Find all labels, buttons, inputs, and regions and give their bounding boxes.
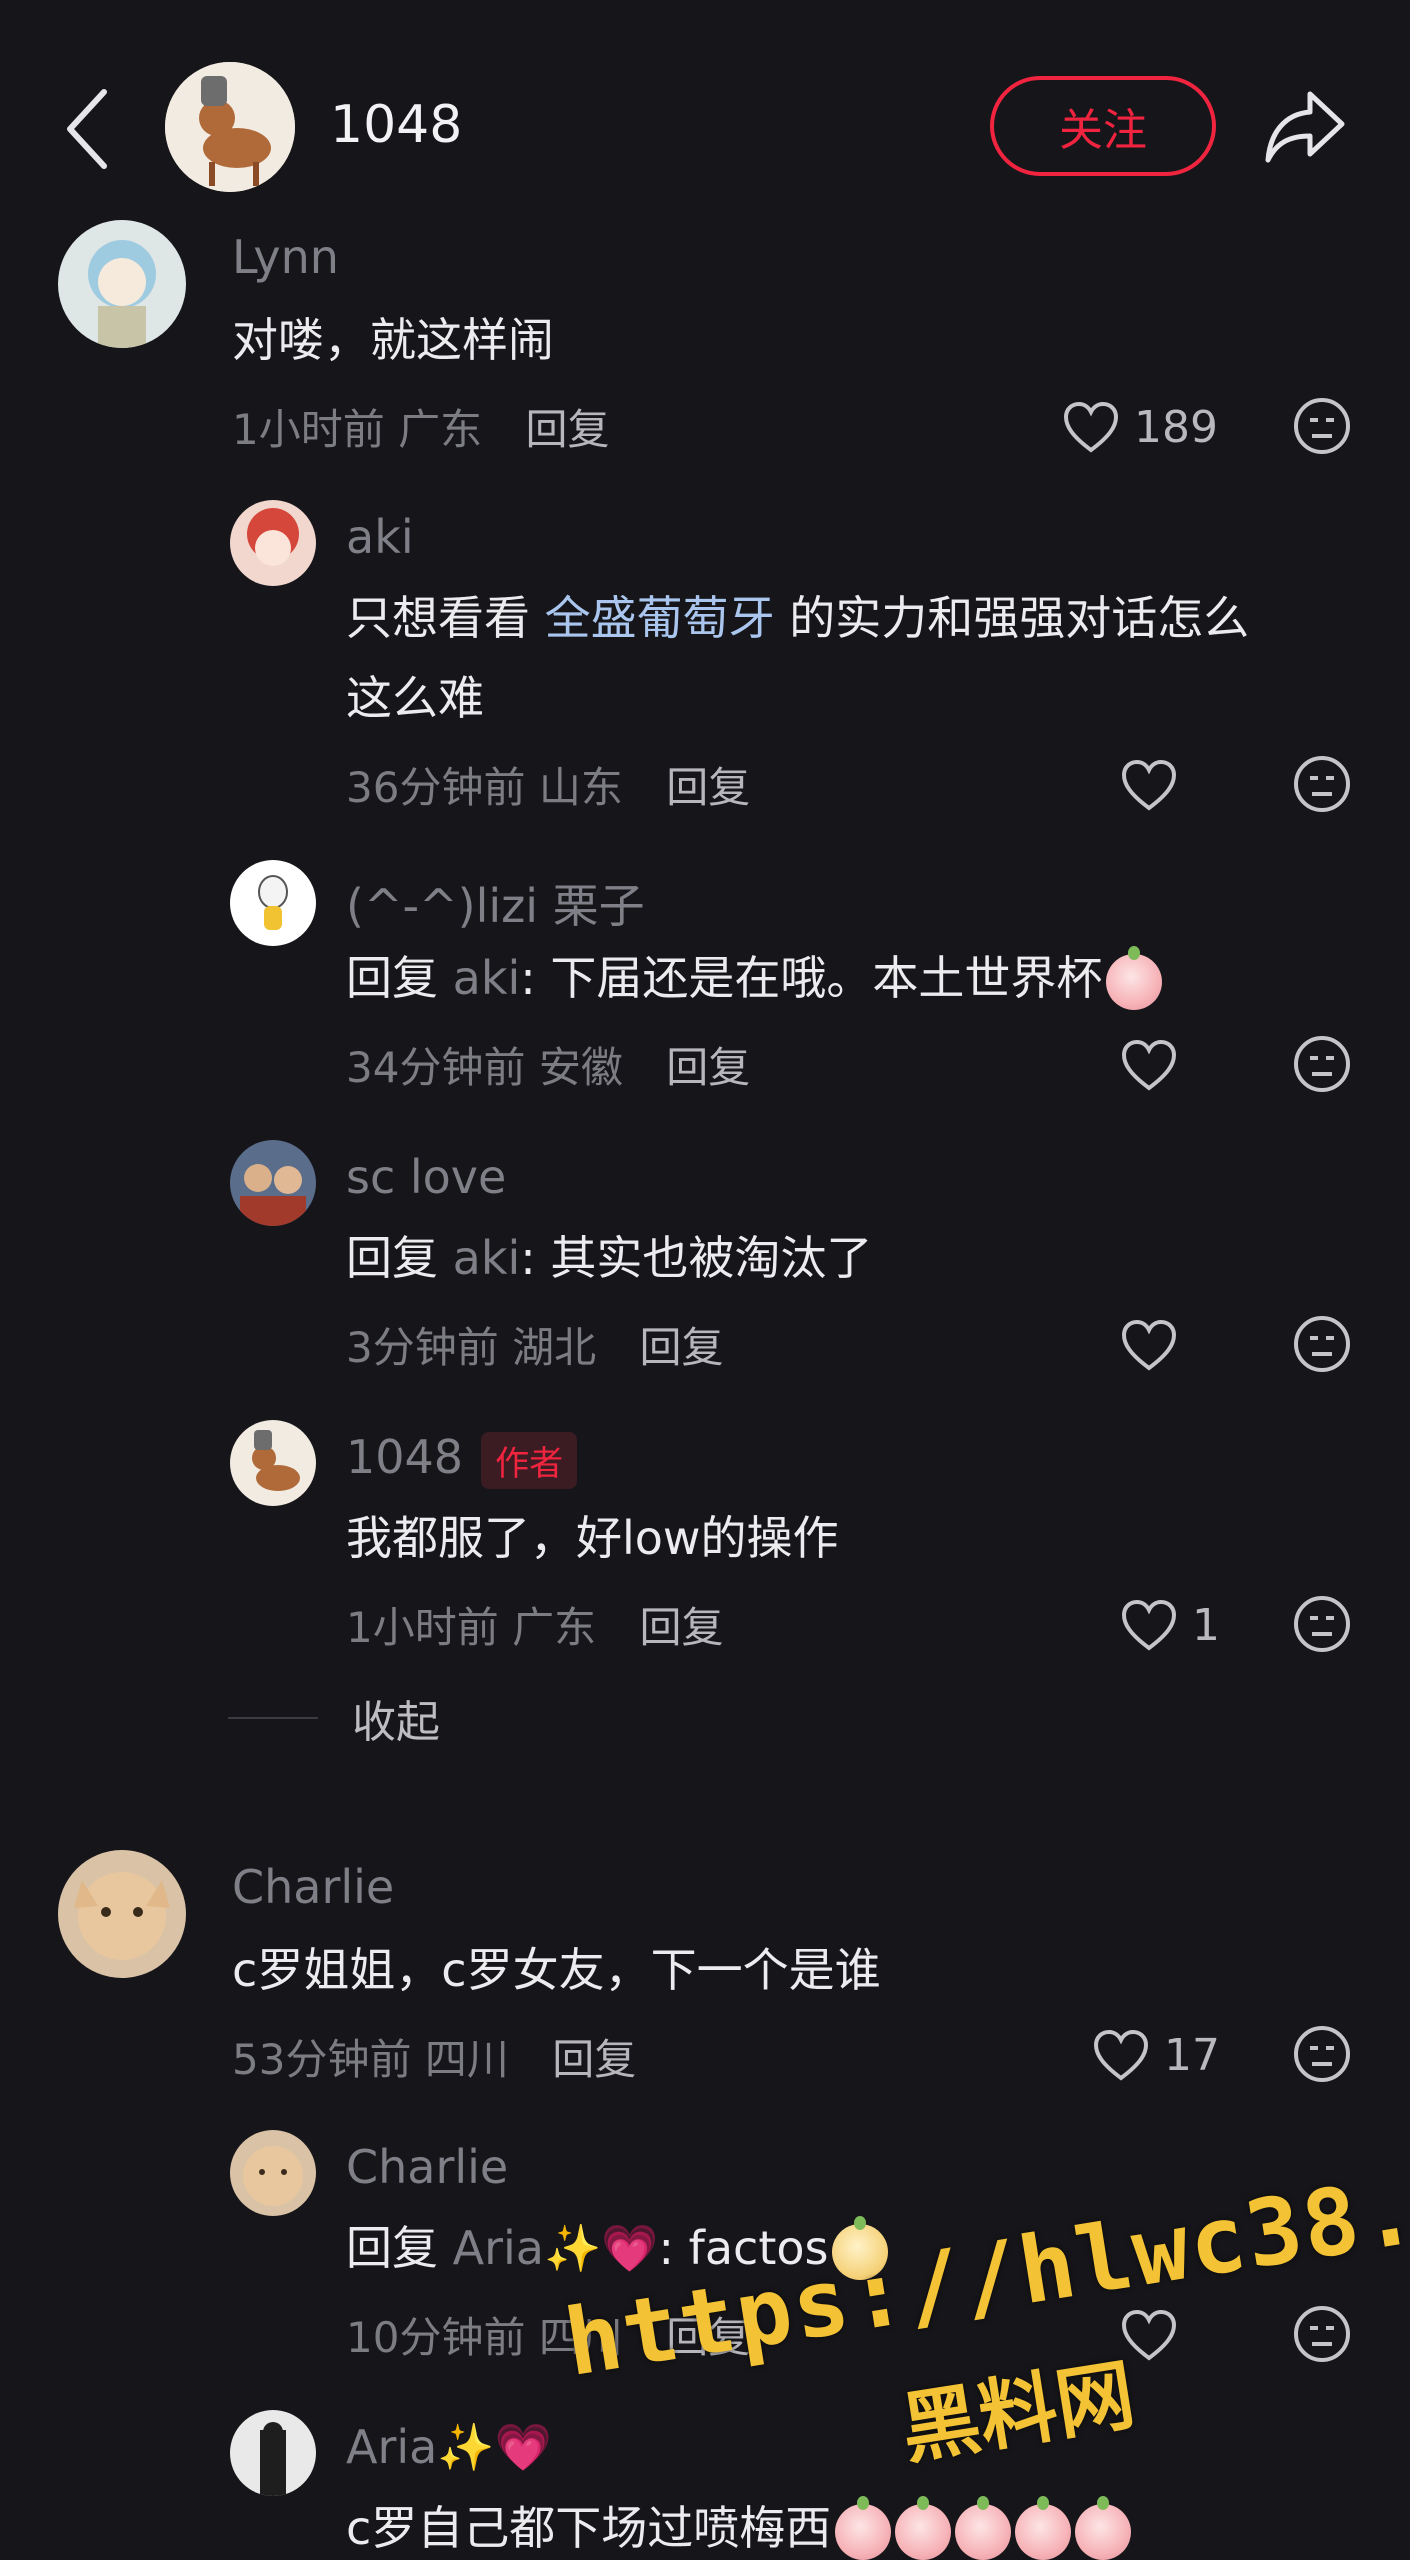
peach-emoji-icon: [895, 2495, 952, 2560]
comment-meta: 53分钟前 四川 回复: [232, 2035, 637, 2084]
comment-text: 对喽，就这样闹: [232, 313, 554, 367]
follow-button[interactable]: 关注: [990, 76, 1216, 176]
avatar[interactable]: [58, 220, 186, 348]
like-button[interactable]: 1: [1120, 1592, 1220, 1658]
peach-emoji-icon: [835, 2495, 892, 2560]
like-count: 189: [1134, 401, 1218, 453]
top-bar: 1048 关注: [0, 0, 1410, 220]
like-button[interactable]: 189: [1062, 394, 1218, 460]
collapse-replies-button[interactable]: 收起: [352, 1686, 440, 1750]
heart-icon: [1121, 759, 1177, 811]
heart-icon: [1063, 401, 1119, 453]
comment-text: 回复 aki: 其实也被淘汰了: [346, 1231, 873, 1285]
dislike-face-icon[interactable]: [1292, 396, 1352, 456]
comment-text: 我都服了，好low的操作: [346, 1511, 839, 1565]
dislike-face-icon[interactable]: [1292, 1314, 1352, 1374]
comment-time: 1小时前: [232, 405, 385, 454]
dislike-face-icon[interactable]: [1292, 754, 1352, 814]
author-avatar[interactable]: [165, 62, 295, 192]
comment-username[interactable]: Charlie: [346, 2140, 508, 2194]
reply-button[interactable]: 回复: [666, 763, 750, 812]
reply-button[interactable]: 回复: [639, 1603, 723, 1652]
reply-button[interactable]: 回复: [666, 1043, 750, 1092]
like-button[interactable]: [1120, 2302, 1178, 2368]
reply-button[interactable]: 回复: [552, 2035, 636, 2084]
like-button[interactable]: [1120, 1032, 1178, 1098]
heart-icon: [1121, 1039, 1177, 1091]
comment-username[interactable]: 1048 作者: [346, 1430, 578, 1489]
topic-link[interactable]: 全盛葡萄牙: [545, 591, 775, 645]
avatar[interactable]: [58, 1850, 186, 1978]
comment-username[interactable]: aki: [346, 510, 414, 564]
peach-emoji-icon: [1075, 2495, 1132, 2560]
comment-username[interactable]: sc love: [346, 1150, 506, 1204]
dislike-face-icon[interactable]: [1292, 2304, 1352, 2364]
back-arrow-icon[interactable]: [58, 84, 118, 174]
dislike-face-icon[interactable]: [1292, 2024, 1352, 2084]
share-icon[interactable]: [1262, 86, 1348, 166]
collapse-divider: [228, 1717, 318, 1719]
avatar[interactable]: [230, 2130, 316, 2216]
heart-icon: [1121, 2309, 1177, 2361]
heart-icon: [1121, 1319, 1177, 1371]
comment-meta: 1小时前 广东 回复: [232, 396, 609, 457]
avatar[interactable]: [230, 860, 316, 946]
comment-location: 广东: [398, 405, 483, 454]
reply-button[interactable]: 回复: [525, 405, 609, 454]
comment-text: 回复 aki: 下届还是在哦。本土世界杯: [346, 938, 1163, 1018]
peach-emoji-icon: [1106, 945, 1163, 1010]
avatar[interactable]: [230, 1140, 316, 1226]
heart-icon: [1121, 1599, 1177, 1651]
comment-username[interactable]: Aria✨💗: [346, 2420, 552, 2475]
comment-text-line2: 这么难: [346, 671, 484, 725]
peach-emoji-icon: [955, 2495, 1012, 2560]
comment-text: 只想看看 全盛葡萄牙 的实力和强强对话怎么: [346, 591, 1250, 645]
avatar[interactable]: [230, 500, 316, 586]
reply-button[interactable]: 回复: [639, 1323, 723, 1372]
author-badge: 作者: [481, 1432, 578, 1489]
comment-username[interactable]: Lynn: [232, 230, 339, 284]
reply-target[interactable]: aki: [453, 951, 521, 1005]
like-count: 17: [1164, 2029, 1220, 2081]
watermark-name: 黑料网: [895, 2350, 1141, 2476]
reply-target[interactable]: aki: [453, 1231, 521, 1285]
author-name: 1048: [330, 95, 463, 155]
comment-username[interactable]: (^-^)lizi 栗子: [346, 870, 645, 936]
like-button[interactable]: [1120, 1312, 1178, 1378]
comment-meta: 36分钟前 山东 回复: [346, 763, 751, 812]
comment-text: c罗自己都下场过喷梅西: [346, 2488, 1132, 2560]
reply-target[interactable]: Aria✨💗: [453, 2221, 659, 2275]
like-button[interactable]: [1120, 752, 1178, 818]
dislike-face-icon[interactable]: [1292, 1594, 1352, 1654]
dislike-face-icon[interactable]: [1292, 1034, 1352, 1094]
comment-meta: 34分钟前 安徽 回复: [346, 1043, 751, 1092]
heart-icon: [1093, 2029, 1149, 2081]
like-button[interactable]: 17: [1092, 2022, 1220, 2088]
like-count: 1: [1192, 1599, 1220, 1651]
avatar[interactable]: [230, 2410, 316, 2496]
peach-emoji-icon: [1015, 2495, 1072, 2560]
comment-username[interactable]: Charlie: [232, 1860, 394, 1914]
comment-meta: 3分钟前 湖北 回复: [346, 1323, 724, 1372]
avatar[interactable]: [230, 1420, 316, 1506]
comment-text: c罗姐姐，c罗女友，下一个是谁: [232, 1943, 881, 1997]
comment-meta: 1小时前 广东 回复: [346, 1603, 724, 1652]
